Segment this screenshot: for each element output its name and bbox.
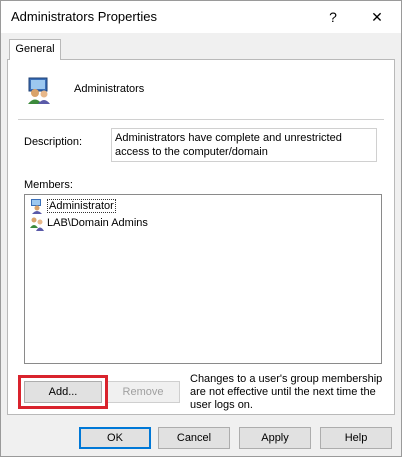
group-icon: [30, 217, 44, 231]
description-label: Description:: [24, 136, 83, 148]
list-item[interactable]: Administrator: [29, 198, 116, 214]
members-list[interactable]: Administrator LAB\Domain Admins: [24, 194, 382, 364]
list-item[interactable]: LAB\Domain Admins: [29, 215, 148, 231]
member-name: Administrator: [47, 199, 116, 213]
add-button[interactable]: Add...: [24, 381, 102, 403]
group-name: Administrators: [74, 83, 145, 95]
window-title: Administrators Properties: [11, 9, 157, 24]
members-label: Members:: [24, 179, 73, 191]
description-field[interactable]: Administrators have complete and unrestr…: [111, 128, 377, 162]
apply-button[interactable]: Apply: [239, 427, 311, 449]
help-title-button[interactable]: ?: [311, 1, 355, 33]
member-name: LAB\Domain Admins: [47, 217, 148, 229]
properties-dialog: Administrators Properties ? ✕ General Ad…: [0, 0, 402, 457]
title-bar: Administrators Properties ? ✕: [1, 1, 401, 33]
close-button[interactable]: ✕: [355, 1, 399, 33]
tab-general[interactable]: General: [9, 39, 61, 60]
ok-button[interactable]: OK: [79, 427, 151, 449]
membership-note: Changes to a user's group membership are…: [190, 373, 383, 411]
group-icon: [28, 77, 50, 104]
remove-button[interactable]: Remove: [106, 381, 180, 403]
cancel-button[interactable]: Cancel: [158, 427, 230, 449]
user-icon: [31, 199, 42, 214]
help-button[interactable]: Help: [320, 427, 392, 449]
general-tab-panel: Administrators Description: Administrato…: [7, 59, 395, 415]
separator: [18, 119, 384, 120]
